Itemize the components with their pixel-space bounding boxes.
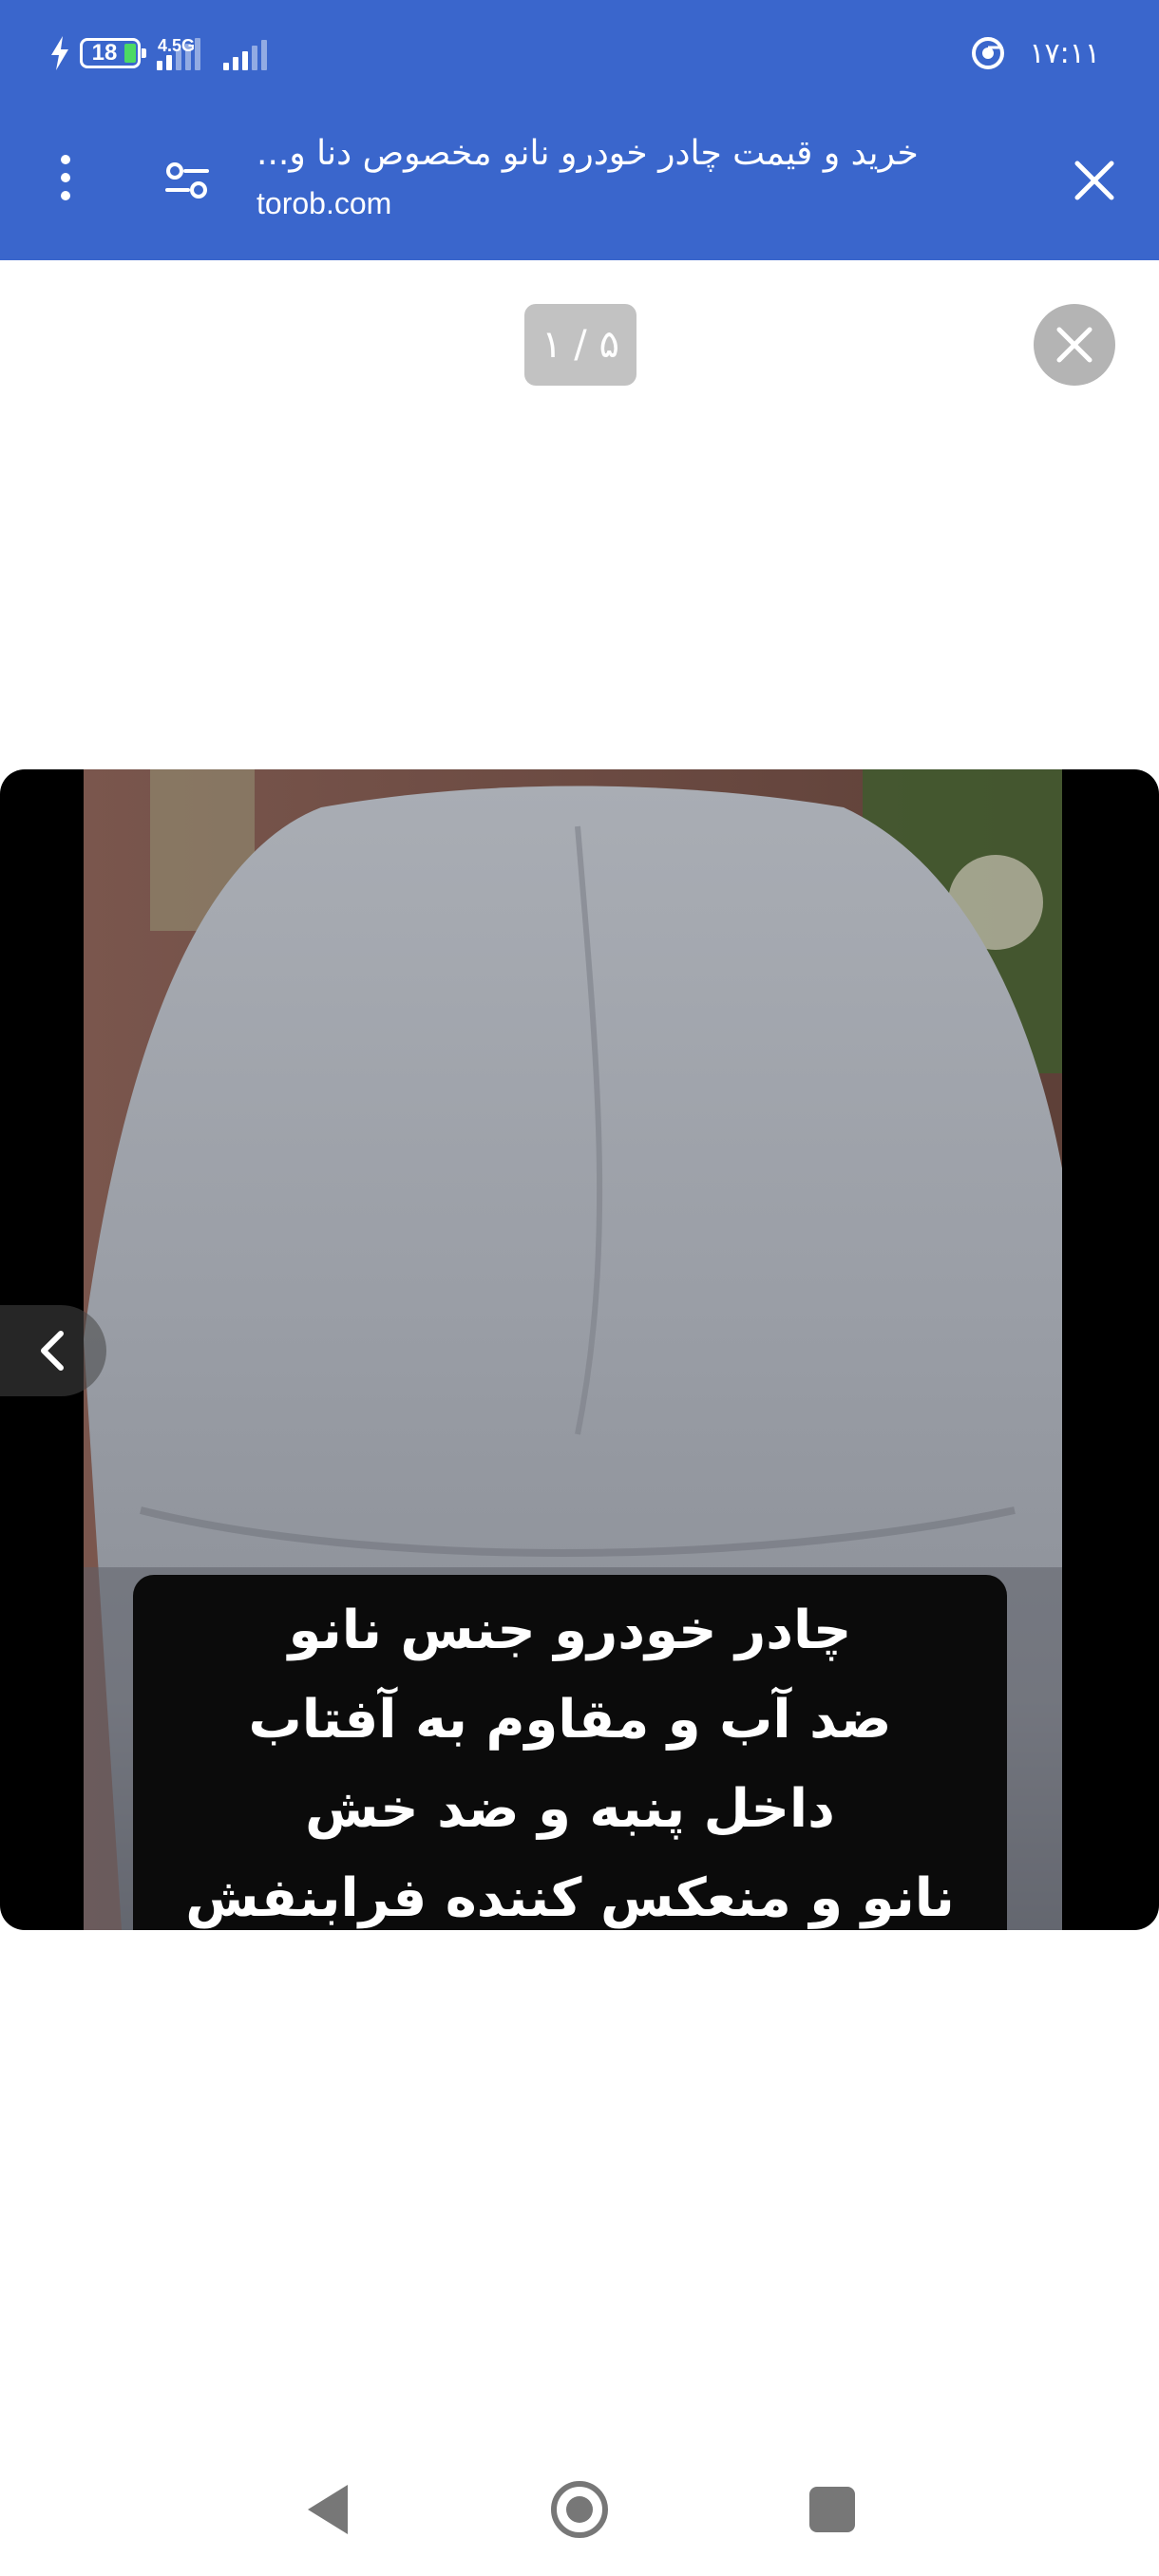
close-viewer-button[interactable] — [1034, 304, 1115, 386]
more-vert-icon[interactable] — [42, 146, 89, 209]
battery-level: 18 — [91, 40, 118, 66]
caption-line: چادر خودرو جنس نانو — [288, 1600, 852, 1661]
caption-text: چادر خودرو جنس نانو ضد آب و مقاوم به آفت… — [133, 1586, 1007, 1930]
previous-image-button[interactable] — [0, 1305, 106, 1396]
caption-line: نانو و منعکس کننده فرابنفش — [185, 1867, 955, 1929]
close-circle-icon — [1056, 327, 1092, 363]
image-viewer[interactable]: چادر خودرو جنس نانو ضد آب و مقاوم به آفت… — [0, 769, 1159, 1930]
title-block[interactable]: خرید و قیمت چادر خودرو نانو مخصوص دنا و.… — [256, 125, 1026, 224]
signal-icon-2 — [223, 36, 268, 70]
network-type: 4.5G — [158, 36, 196, 55]
chevron-left-icon — [41, 1331, 64, 1371]
recents-square-icon[interactable] — [809, 2487, 855, 2532]
custom-tab-toolbar: خرید و قیمت چادر خودرو نانو مخصوص دنا و.… — [0, 106, 1159, 260]
back-triangle-icon[interactable] — [300, 2479, 357, 2540]
clock: ۱۷:۱۱ — [1029, 36, 1100, 70]
battery-icon: 18 — [80, 38, 146, 68]
page-url: torob.com — [256, 186, 392, 220]
chrome-icon — [972, 37, 1005, 69]
image-counter: ۱ / ۵ — [524, 304, 636, 386]
status-right-group: ۱۷:۱۱ — [972, 34, 1100, 72]
system-navigation-bar — [0, 2451, 1159, 2576]
charging-bolt-icon — [51, 36, 68, 70]
status-left-group: 18 4.5G — [49, 34, 268, 72]
home-circle-icon[interactable] — [549, 2479, 610, 2540]
caption-line: داخل پنبه و ضد خش — [305, 1778, 835, 1840]
close-icon[interactable] — [1066, 152, 1123, 209]
status-bar: 18 4.5G ۱۷:۱۱ — [0, 0, 1159, 106]
caption-line: ضد آب و مقاوم به آفتاب — [248, 1689, 892, 1751]
page-settings-icon[interactable] — [160, 152, 217, 209]
page-title: خرید و قیمت چادر خودرو نانو مخصوص دنا و.… — [256, 134, 919, 173]
